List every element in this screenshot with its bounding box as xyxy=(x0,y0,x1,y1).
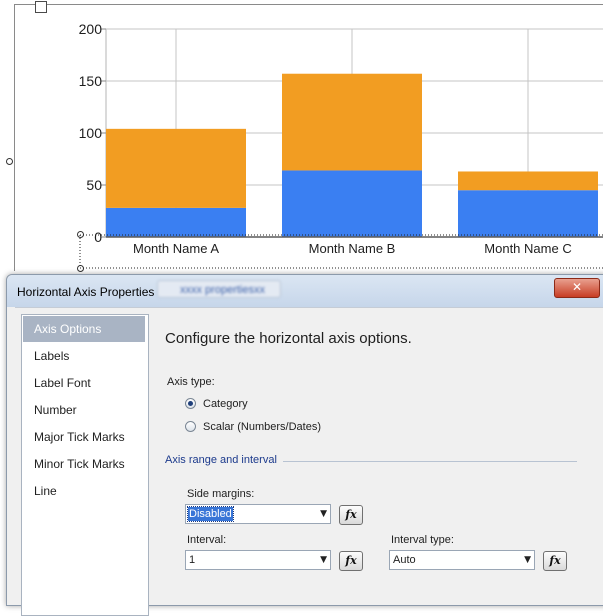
interval-label: Interval: xyxy=(187,534,227,546)
bar-segment-series-2 xyxy=(458,171,598,191)
interval-fx-button[interactable]: fx xyxy=(339,551,363,571)
category-radio-label[interactable]: Category xyxy=(203,398,248,410)
sidebar-item-line[interactable]: Line xyxy=(23,478,145,504)
x-tick-label: Month Name A xyxy=(133,241,219,256)
bar-segment-series-1 xyxy=(282,170,422,237)
bar-segment-series-1 xyxy=(458,190,598,237)
function-icon: fx xyxy=(345,508,357,521)
side-margins-value: Disabled xyxy=(187,506,234,522)
axis-type-label: Axis type: xyxy=(167,376,215,388)
category-radio[interactable] xyxy=(185,398,196,409)
interval-dropdown[interactable]: 1 ▼ xyxy=(185,550,331,570)
interval-type-label: Interval type: xyxy=(391,534,454,546)
close-button[interactable]: ✕ xyxy=(554,278,600,298)
section-divider xyxy=(283,461,577,462)
sidebar-item-major-tick-marks[interactable]: Major Tick Marks xyxy=(23,424,145,450)
sidebar-item-label-font[interactable]: Label Font xyxy=(23,370,145,396)
blurred-subtitle: xxxx propertiesxx xyxy=(157,280,281,298)
side-margins-dropdown[interactable]: Disabled ▼ xyxy=(185,504,331,524)
interval-type-dropdown[interactable]: Auto ▼ xyxy=(389,550,535,570)
y-tick-label: 200 xyxy=(79,21,103,37)
section-title: Axis range and interval xyxy=(165,454,277,466)
bar-segment-series-1 xyxy=(106,207,246,237)
x-tick-label: Month Name B xyxy=(309,241,396,256)
sidebar-item-label: Labels xyxy=(34,349,70,363)
x-tick-label: Month Name C xyxy=(484,241,571,256)
sidebar-item-label: Label Font xyxy=(34,376,91,390)
sidebar-item-minor-tick-marks[interactable]: Minor Tick Marks xyxy=(23,451,145,477)
y-tick-label: 0 xyxy=(94,229,102,245)
sidebar-item-label: Number xyxy=(34,403,77,417)
function-icon: fx xyxy=(549,554,561,567)
close-icon: ✕ xyxy=(571,280,583,294)
title-bar[interactable]: Horizontal Axis Properties xxxx properti… xyxy=(7,275,603,307)
dialog-title: Horizontal Axis Properties xyxy=(17,285,155,299)
dialog-body: Axis Options Labels Label Font Number Ma… xyxy=(15,307,603,616)
y-tick-label: 150 xyxy=(79,73,103,89)
interval-type-fx-button[interactable]: fx xyxy=(543,551,567,571)
sidebar-item-label: Axis Options xyxy=(34,322,102,336)
side-margins-label: Side margins: xyxy=(187,488,255,500)
report-design-surface: 200 150 100 50 0 Month Name A Month Name B Mont… xyxy=(0,0,603,280)
bar-segment-series-2 xyxy=(282,73,422,171)
sidebar-item-label: Major Tick Marks xyxy=(34,430,125,444)
sidebar-item-number[interactable]: Number xyxy=(23,397,145,423)
interval-type-value: Auto xyxy=(393,554,416,566)
stacked-bar-chart[interactable]: 200 150 100 50 0 Month Name A Month Name B Mont… xyxy=(0,0,603,280)
scalar-radio-label[interactable]: Scalar (Numbers/Dates) xyxy=(203,421,321,433)
side-margins-fx-button[interactable]: fx xyxy=(339,505,363,525)
radio-selected-dot-icon xyxy=(188,401,193,406)
scalar-radio[interactable] xyxy=(185,421,196,432)
axis-options-panel: Configure the horizontal axis options. A… xyxy=(165,308,603,605)
horizontal-axis-properties-dialog: Horizontal Axis Properties xxxx properti… xyxy=(6,274,603,616)
chevron-down-icon: ▼ xyxy=(320,555,327,565)
sidebar-item-axis-options[interactable]: Axis Options xyxy=(23,316,145,342)
sidebar-item-label: Line xyxy=(34,484,57,498)
y-tick-label: 50 xyxy=(86,177,102,193)
chevron-down-icon: ▼ xyxy=(524,555,531,565)
sidebar-item-label: Minor Tick Marks xyxy=(34,457,125,471)
sidebar: Axis Options Labels Label Font Number Ma… xyxy=(21,314,149,616)
page-title: Configure the horizontal axis options. xyxy=(165,330,412,347)
bar-segment-series-2 xyxy=(106,128,246,208)
function-icon: fx xyxy=(345,554,357,567)
sidebar-item-labels[interactable]: Labels xyxy=(23,343,145,369)
y-tick-label: 100 xyxy=(79,125,103,141)
chevron-down-icon: ▼ xyxy=(320,509,327,519)
interval-value: 1 xyxy=(189,554,196,566)
